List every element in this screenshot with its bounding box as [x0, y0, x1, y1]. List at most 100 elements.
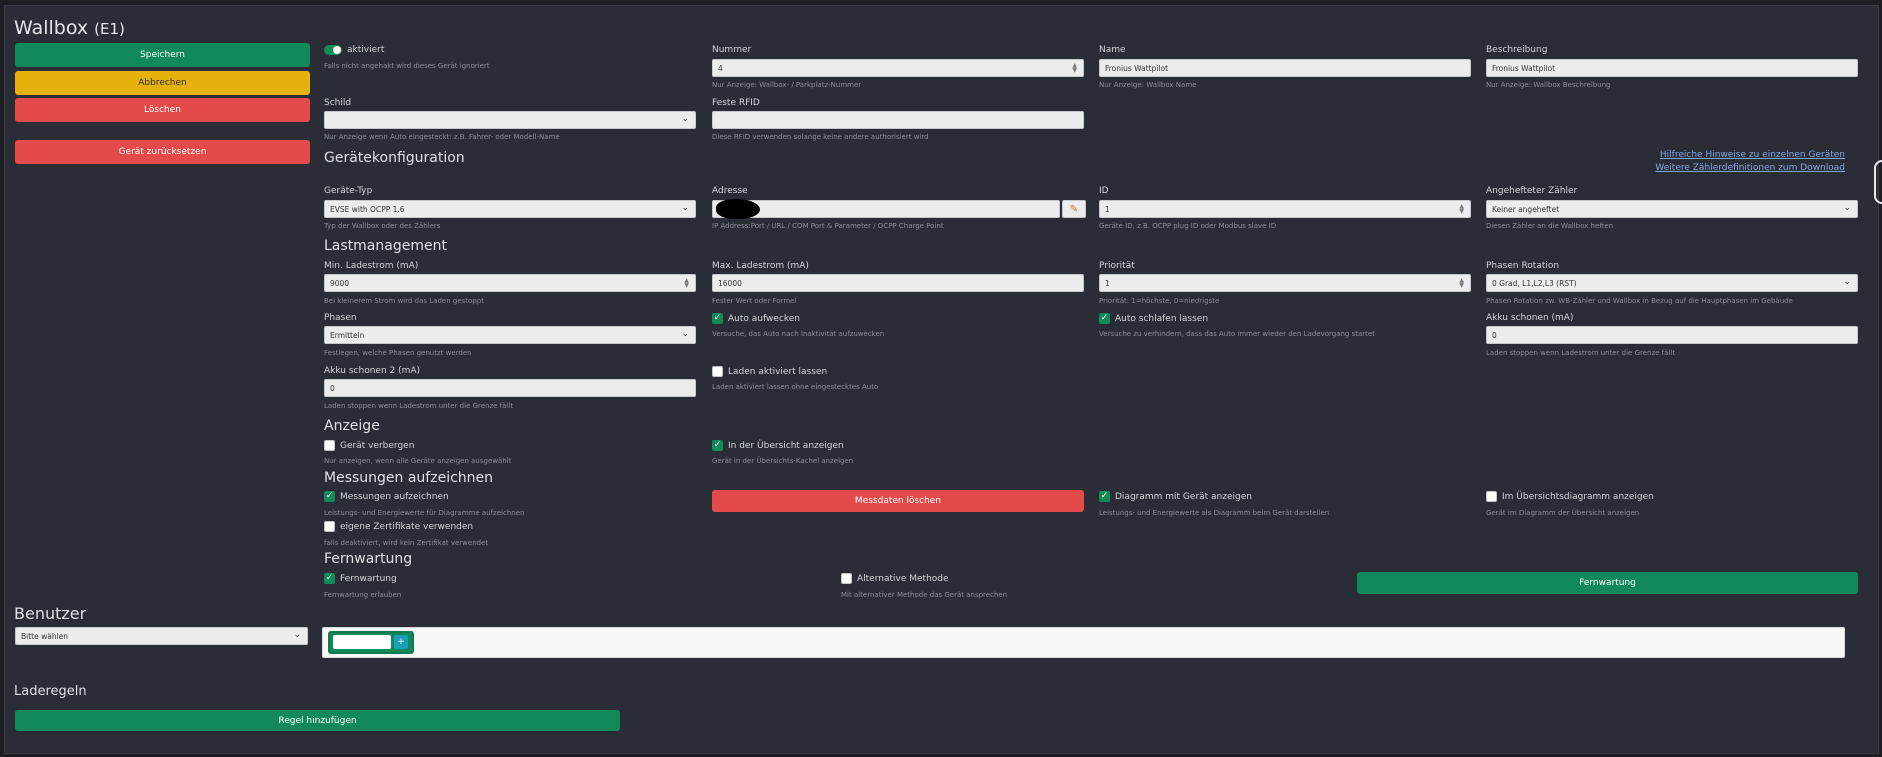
keep-charging-label: Laden aktiviert lassen: [728, 366, 828, 377]
page-title: Wallbox (E1): [14, 17, 125, 39]
overview-diagram-checkbox[interactable]: Im Übersichtsdiagramm anzeigen: [1486, 491, 1654, 502]
battery-save-2-input[interactable]: 0: [324, 379, 696, 397]
battery-save-2-value: 0: [330, 383, 335, 393]
check-icon[interactable]: ✓: [712, 313, 723, 324]
chevron-down-icon: ⌄: [681, 329, 689, 339]
wake-car-checkbox[interactable]: ✓ Auto aufwecken: [712, 313, 800, 324]
show-overview-hint: Gerät in der Übersichts-Kachel anzeigen: [712, 457, 854, 465]
keep-charging-checkbox[interactable]: Laden aktiviert lassen: [712, 366, 827, 377]
check-icon[interactable]: ✓: [1099, 491, 1110, 502]
car-sleep-label: Auto schlafen lassen: [1115, 313, 1209, 324]
number-input[interactable]: 4 ▲ ▼: [712, 59, 1084, 77]
max-current-value: 16000: [718, 278, 742, 288]
device-type-hint: Typ der Wallbox oder des Zählers: [324, 222, 441, 230]
active-toggle[interactable]: aktiviert: [324, 45, 384, 55]
own-certificates-checkbox[interactable]: eigene Zertifikate verwenden: [324, 521, 473, 532]
spinner-icon[interactable]: ▲ ▼: [1072, 63, 1077, 74]
car-sleep-hint: Versuche zu verhindern, dass das Auto im…: [1099, 330, 1375, 338]
delete-measurements-button[interactable]: Messdaten löschen: [712, 490, 1084, 512]
rfid-input[interactable]: [712, 111, 1084, 129]
check-icon[interactable]: ✓: [324, 491, 335, 502]
address-hint: IP Address:Port / URL / COM Port & Param…: [712, 222, 944, 230]
checkbox-empty-icon[interactable]: [1486, 491, 1497, 502]
max-current-label: Max. Ladestrom (mA): [712, 261, 809, 271]
remote-maintenance-checkbox[interactable]: ✓ Fernwartung: [324, 573, 397, 584]
description-input[interactable]: Fronius Wattpilot: [1486, 59, 1858, 77]
user-select[interactable]: Bitte wählen ⌄: [15, 627, 308, 645]
spinner-icon[interactable]: ▲ ▼: [1459, 278, 1464, 289]
min-current-value: 9000: [330, 278, 350, 288]
save-button[interactable]: Speichern: [15, 43, 310, 67]
device-hints-link[interactable]: Hilfreiche Hinweise zu einzelnen Geräten: [1660, 150, 1845, 160]
meter-download-link[interactable]: Weitere Zählerdefinitionen zum Download: [1655, 163, 1845, 173]
check-icon[interactable]: ✓: [324, 573, 335, 584]
description-hint: Nur Anzeige: Wallbox Beschreibung: [1486, 81, 1611, 89]
name-input[interactable]: Fronius Wattpilot: [1099, 59, 1471, 77]
record-measurements-label: Messungen aufzeichnen: [340, 491, 449, 502]
priority-value: 1: [1105, 278, 1110, 288]
hide-device-hint: Nur anzeigen, wenn alle Geräte anzeigen …: [324, 457, 512, 465]
spinner-icon[interactable]: ▲ ▼: [684, 278, 689, 289]
min-current-label: Min. Ladestrom (mA): [324, 261, 419, 271]
charging-rules-heading: Laderegeln: [14, 684, 87, 699]
max-current-input[interactable]: 16000: [712, 274, 1084, 292]
record-measurements-hint: Leistungs- und Energiewerte für Diagramm…: [324, 509, 525, 517]
remote-maintenance-button[interactable]: Fernwartung: [1357, 572, 1858, 594]
alternative-method-checkbox[interactable]: Alternative Methode: [841, 573, 949, 584]
meter-select[interactable]: Keiner angeheftet ⌄: [1486, 200, 1858, 218]
checkbox-empty-icon[interactable]: [712, 366, 723, 377]
reset-device-button[interactable]: Gerät zurücksetzen: [15, 140, 310, 164]
chevron-down-icon: ⌄: [1843, 277, 1851, 287]
hide-device-checkbox[interactable]: Gerät verbergen: [324, 440, 414, 451]
number-hint: Nur Anzeige: Wallbox- / Parkplatz-Nummer: [712, 81, 862, 89]
remote-maintenance-label: Fernwartung: [340, 573, 397, 584]
phase-rotation-hint: Phasen Rotation zw. WB-Zähler und Wallbo…: [1486, 297, 1793, 305]
phase-rotation-value: 0 Grad, L1,L2,L3 (RST): [1492, 278, 1577, 288]
phases-hint: Festlegen, welche Phasen genutzt werden: [324, 349, 472, 357]
phase-rotation-select[interactable]: 0 Grad, L1,L2,L3 (RST) ⌄: [1486, 274, 1858, 292]
priority-input[interactable]: 1 ▲ ▼: [1099, 274, 1471, 292]
checkbox-empty-icon[interactable]: [841, 573, 852, 584]
record-measurements-checkbox[interactable]: ✓ Messungen aufzeichnen: [324, 491, 449, 502]
wake-car-label: Auto aufwecken: [728, 313, 800, 324]
number-label: Nummer: [712, 45, 752, 55]
device-id-value: 1: [1105, 204, 1110, 214]
cancel-button[interactable]: Abbrechen: [15, 71, 310, 95]
name-value: Fronius Wattpilot: [1105, 63, 1169, 73]
user-add-input[interactable]: [333, 635, 391, 649]
checkbox-empty-icon[interactable]: [324, 521, 335, 532]
check-icon[interactable]: ✓: [1099, 313, 1110, 324]
battery-save-value: 0: [1492, 330, 1497, 340]
phases-label: Phasen: [324, 313, 357, 323]
sign-select[interactable]: ⌄: [324, 111, 696, 129]
meter-label: Angehefteter Zähler: [1486, 186, 1578, 196]
name-hint: Nur Anzeige: Wallbox Name: [1099, 81, 1197, 89]
add-rule-button[interactable]: Regel hinzufügen: [15, 710, 620, 731]
device-id-input[interactable]: 1 ▲ ▼: [1099, 200, 1471, 218]
own-certificates-hint: falls deaktiviert, wird kein Zertifikat …: [324, 539, 489, 547]
meter-hint: Diesen Zähler an die Wallbox heften: [1486, 222, 1614, 230]
device-diagram-checkbox[interactable]: ✓ Diagramm mit Gerät anzeigen: [1099, 491, 1252, 502]
edge-widget-icon: [1874, 160, 1882, 204]
battery-save-label: Akku schonen (mA): [1486, 313, 1574, 323]
check-icon[interactable]: ✓: [712, 440, 723, 451]
device-type-select[interactable]: EVSE with OCPP 1.6 ⌄: [324, 200, 696, 218]
checkbox-empty-icon[interactable]: [324, 440, 335, 451]
phases-select[interactable]: Ermitteln ⌄: [324, 326, 696, 344]
min-current-input[interactable]: 9000 ▲ ▼: [324, 274, 696, 292]
address-input[interactable]: 3: [712, 200, 1060, 218]
car-sleep-checkbox[interactable]: ✓ Auto schlafen lassen: [1099, 313, 1208, 324]
device-id-label: ID: [1099, 186, 1109, 196]
address-label: Adresse: [712, 186, 748, 196]
device-type-value: EVSE with OCPP 1.6: [330, 204, 405, 214]
add-user-button[interactable]: +: [394, 635, 408, 649]
battery-save-input[interactable]: 0: [1486, 326, 1858, 344]
show-overview-checkbox[interactable]: ✓ In der Übersicht anzeigen: [712, 440, 844, 451]
device-id-hint: Geräte ID, z.B. OCPP plug ID oder Modbus…: [1099, 222, 1277, 230]
display-heading: Anzeige: [324, 418, 380, 434]
toggle-switch-icon[interactable]: [324, 45, 342, 55]
phases-value: Ermitteln: [330, 330, 365, 340]
pencil-icon[interactable]: ✎: [1062, 200, 1086, 218]
spinner-icon[interactable]: ▲ ▼: [1459, 204, 1464, 215]
delete-button[interactable]: Löschen: [15, 98, 310, 122]
